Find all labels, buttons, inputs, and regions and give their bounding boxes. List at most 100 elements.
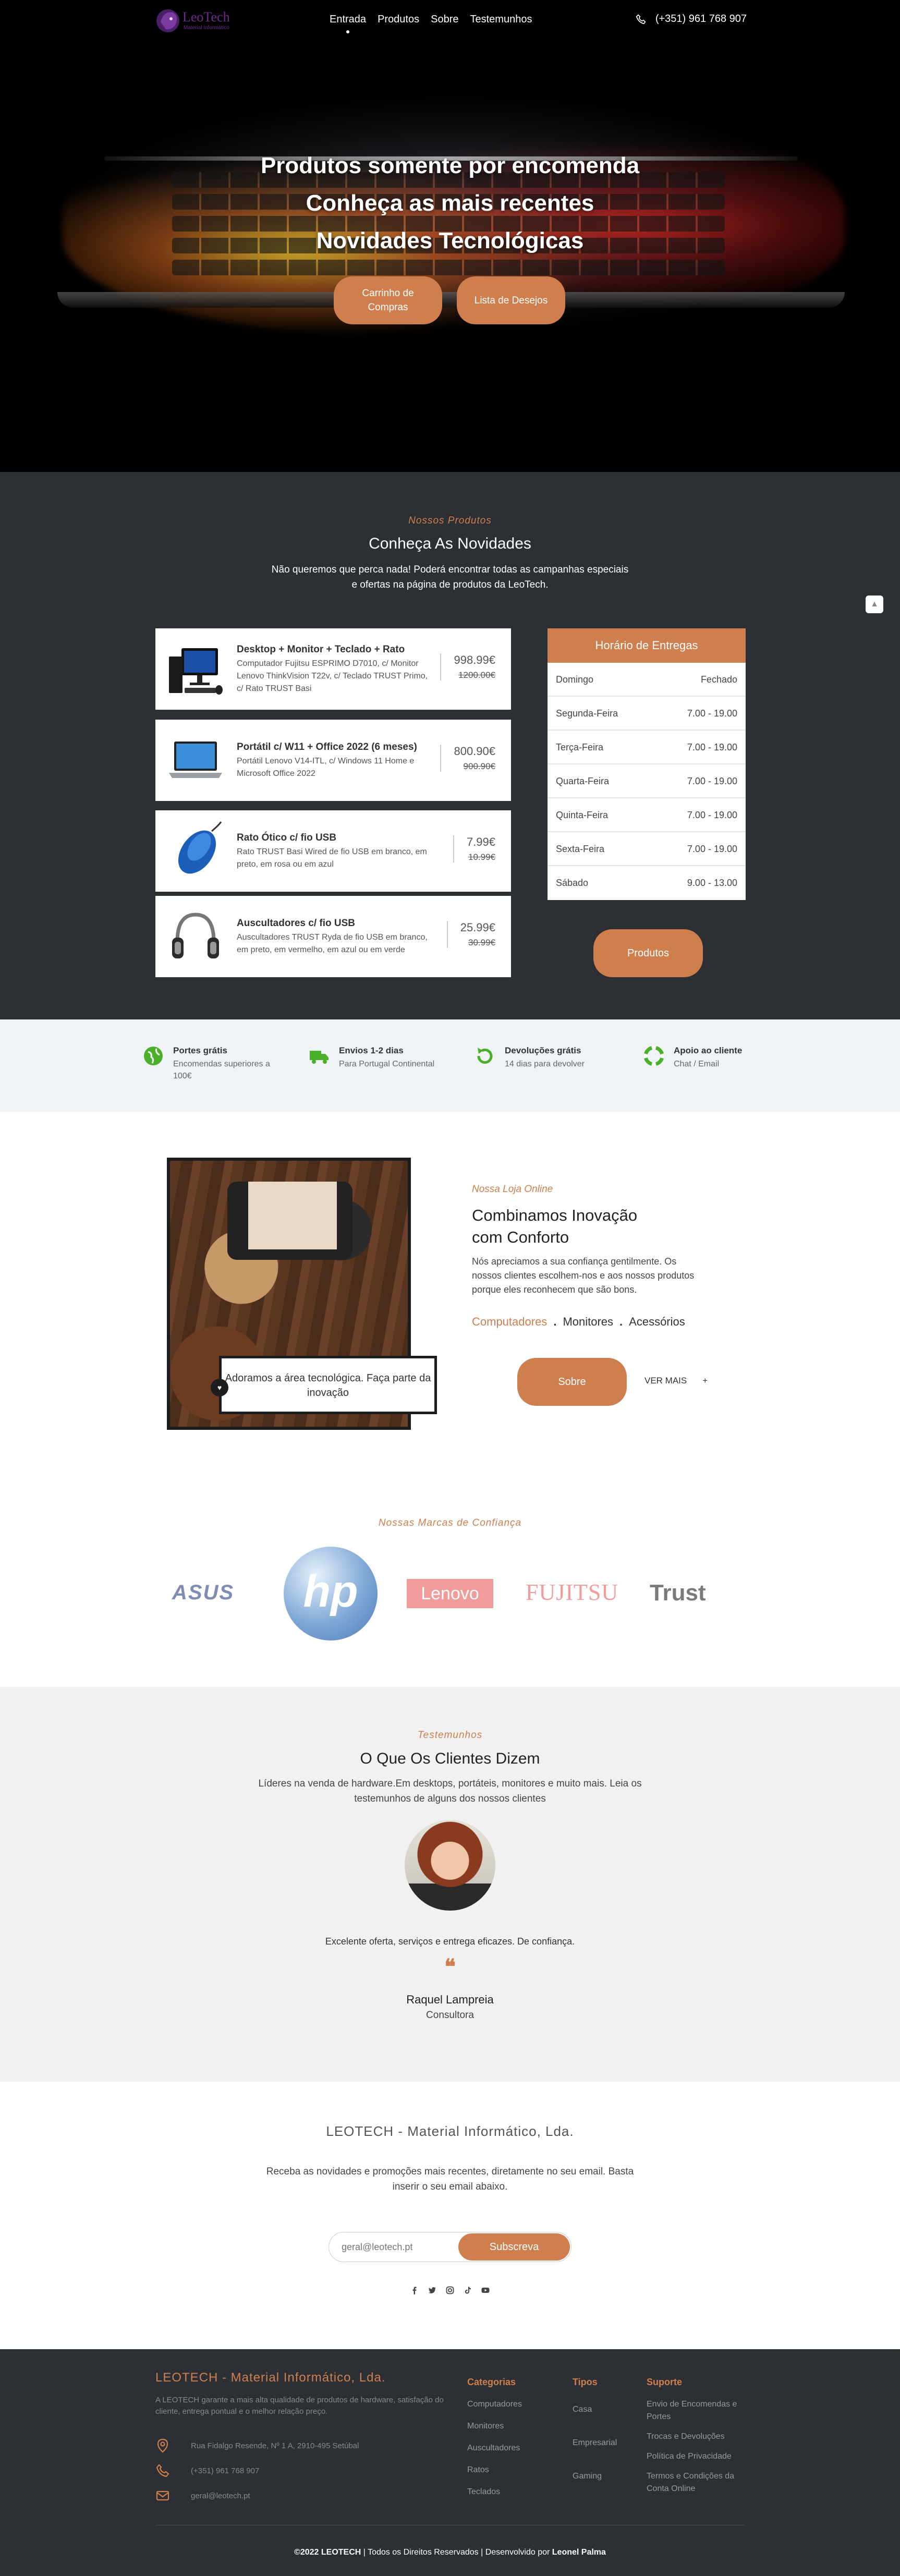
tiktok-icon[interactable] — [464, 2286, 472, 2294]
footer-link[interactable]: Envio de Encomendas e Portes — [647, 2398, 746, 2423]
phone-icon — [156, 2464, 169, 2477]
hours-time: 7.00 - 19.00 — [687, 810, 737, 820]
category-link-computadores[interactable]: Computadores — [472, 1315, 547, 1329]
hours-time: 7.00 - 19.00 — [687, 708, 737, 719]
about-button[interactable]: Sobre — [517, 1358, 627, 1406]
subscribe-button[interactable]: Subscreva — [458, 2233, 570, 2261]
product-description: Auscultadores TRUST Ryda de fio USB em b… — [237, 933, 428, 954]
newsletter-text: Receba as novidades e promoções mais rec… — [266, 2166, 634, 2192]
site-logo[interactable]: LeoTech Material Informático — [155, 6, 249, 35]
footer-link[interactable]: Trocas e Devoluções — [647, 2431, 746, 2443]
lifebuoy-icon — [643, 1046, 664, 1066]
hours-time: 7.00 - 19.00 — [687, 742, 737, 752]
brands-kicker: Nossas Marcas de Confiança — [378, 1517, 522, 1528]
laptop-icon — [169, 742, 222, 778]
category-link-monitores[interactable]: Monitores — [563, 1315, 613, 1329]
feature-item: Envios 1-2 dias Para Portugal Continental — [309, 1046, 434, 1070]
avatar — [405, 1820, 495, 1911]
testimonials-title: O Que Os Clientes Dizem — [360, 1750, 540, 1767]
hours-row: Sexta-Feira 7.00 - 19.00 — [548, 832, 746, 866]
price-old: 900.90€ — [463, 761, 495, 771]
hours-row: Domingo Fechado — [548, 663, 746, 697]
footer-phone-text: (+351) 961 768 907 — [191, 2466, 260, 2475]
product-description: Rato TRUST Basi Wired de fio USB em bran… — [237, 847, 427, 869]
nav-links: Entrada Produtos Sobre Testemunhos — [330, 14, 532, 26]
developer-name[interactable]: Leonel Palma — [552, 2548, 606, 2557]
product-card[interactable]: Portátil c/ W11 + Office 2022 (6 meses) … — [155, 720, 511, 801]
hours-time: 9.00 - 13.00 — [687, 878, 737, 888]
products-kicker: Nossos Produtos — [408, 515, 492, 526]
hours-day: Segunda-Feira — [556, 708, 618, 719]
products-description: Não queremos que perca nada! Poderá enco… — [271, 564, 629, 590]
footer — [0, 2349, 900, 2576]
feature-title: Devoluções grátis — [505, 1046, 581, 1055]
nav-phone[interactable]: (+351) 961 768 907 — [636, 13, 747, 25]
product-card[interactable]: Auscultadores c/ fio USB Auscultadores T… — [155, 896, 511, 977]
footer-email-text: geral@leotech.pt — [191, 2491, 250, 2500]
footer-link[interactable]: Ratos — [467, 2464, 522, 2476]
category-link-acessorios[interactable]: Acessórios — [629, 1315, 685, 1329]
footer-col-title: Categorias — [467, 2377, 516, 2387]
chevron-up-icon: ▲ — [870, 600, 879, 609]
product-card[interactable]: Rato Ótico c/ fio USB Rato TRUST Basi Wi… — [155, 810, 511, 892]
copyright-text: | Todos os Direitos Reservados | Desenvo… — [361, 2548, 552, 2557]
footer-email[interactable]: geral@leotech.pt — [155, 2488, 250, 2503]
product-card[interactable]: Desktop + Monitor + Teclado + Rato Compu… — [155, 628, 511, 710]
price-old: 30.99€ — [468, 938, 495, 947]
nav-link-testemunhos[interactable]: Testemunhos — [470, 14, 532, 26]
wishlist-button[interactable]: Lista de Desejos — [457, 276, 565, 324]
footer-phone[interactable]: (+351) 961 768 907 — [155, 2463, 259, 2478]
hours-time: Fechado — [700, 674, 737, 685]
products-button[interactable]: Produtos — [593, 929, 703, 977]
about-text: Nós apreciamos a sua confiança gentilmen… — [472, 1256, 695, 1295]
scroll-up-button[interactable]: ▲ — [866, 596, 883, 613]
product-name: Desktop + Monitor + Teclado + Rato — [237, 644, 405, 655]
hours-row: Quarta-Feira 7.00 - 19.00 — [548, 764, 746, 798]
globe-icon — [144, 1047, 163, 1065]
footer-link[interactable]: Termos e Condições da Conta Online — [647, 2470, 746, 2495]
mouse-icon — [178, 821, 222, 874]
footer-link[interactable]: Casa — [573, 2403, 617, 2416]
social-links — [0, 2286, 900, 2294]
see-more-label: VER MAIS — [644, 1376, 687, 1386]
hero-buttons: Carrinho de Compras Lista de Desejos — [334, 276, 565, 324]
product-info: Rato Ótico c/ fio USB Rato TRUST Basi Wi… — [237, 831, 431, 871]
see-more-link[interactable]: VER MAIS + — [644, 1376, 708, 1386]
phone-number: (+351) 961 768 907 — [655, 13, 747, 25]
hours-row: Terça-Feira 7.00 - 19.00 — [548, 731, 746, 764]
footer-link[interactable]: Computadores — [467, 2398, 522, 2411]
footer-link[interactable]: Gaming — [573, 2470, 617, 2483]
footer-title: LEOTECH - Material Informático, Lda. — [155, 2371, 386, 2385]
footer-link[interactable]: Teclados — [467, 2486, 522, 2498]
brand-logo-trust: Trust — [650, 1580, 706, 1606]
hours-time: 7.00 - 19.00 — [687, 844, 737, 854]
hours-row: Quinta-Feira 7.00 - 19.00 — [548, 798, 746, 832]
delivery-hours-table: Horário de Entregas Domingo Fechado Segun… — [548, 628, 746, 900]
nav-link-produtos[interactable]: Produtos — [378, 14, 419, 26]
about-categories: Computadores . Monitores . Acessórios — [472, 1315, 685, 1329]
twitter-icon[interactable] — [428, 2286, 436, 2294]
youtube-icon[interactable] — [481, 2286, 490, 2294]
phone-icon — [636, 14, 646, 24]
nav-link-entrada[interactable]: Entrada — [330, 14, 366, 26]
footer-link[interactable]: Monitores — [467, 2420, 522, 2433]
top-navbar: LeoTech Material Informático Entrada Pro… — [0, 0, 900, 42]
instagram-icon[interactable] — [446, 2286, 454, 2294]
feature-title: Apoio ao cliente — [674, 1046, 743, 1055]
footer-link[interactable]: Política de Privacidade — [647, 2450, 746, 2463]
headphones-icon — [172, 913, 219, 958]
nav-link-sobre[interactable]: Sobre — [431, 14, 458, 26]
hero-title-line-3: Novidades Tecnológicas — [316, 228, 584, 253]
testimonials-kicker: Testemunhos — [417, 1730, 483, 1741]
email-field[interactable] — [329, 2232, 457, 2262]
truck-icon — [310, 1051, 329, 1064]
footer-link[interactable]: Auscultadores — [467, 2442, 522, 2455]
facebook-icon[interactable] — [410, 2286, 419, 2294]
footer-link[interactable]: Empresarial — [573, 2437, 617, 2449]
cart-button[interactable]: Carrinho de Compras — [334, 276, 442, 324]
copyright-brand: ©2022 LEOTECH — [294, 2548, 361, 2557]
feature-subtitle: Chat / Email — [674, 1060, 720, 1068]
hours-day: Terça-Feira — [556, 742, 604, 752]
footer-address: Rua Fidalgo Resende, Nº 1 A, 2910-495 Se… — [155, 2438, 359, 2453]
features-strip: Portes grátis Encomendas superiores a 100… — [0, 1019, 900, 1112]
